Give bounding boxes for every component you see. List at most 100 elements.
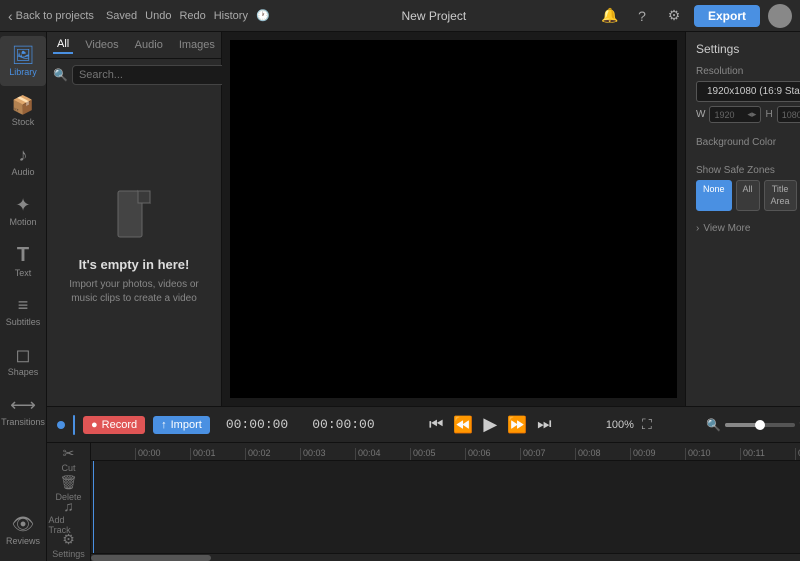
panel-row: All Videos Audio Images 16:9 🔍 Date ▾	[47, 32, 800, 406]
ruler-mark-7: 00:07	[520, 448, 575, 460]
sidebar-item-subtitles[interactable]: ≡ Subtitles	[0, 286, 46, 336]
current-time-display: 00:00:00	[226, 417, 288, 432]
settings-title: Settings	[696, 42, 800, 56]
zone-title-button[interactable]: Title Area	[764, 180, 797, 211]
content-area: All Videos Audio Images 16:9 🔍 Date ▾	[47, 32, 800, 561]
sidebar-item-library[interactable]: 🖼 Library	[0, 36, 46, 86]
cut-label: Cut	[61, 463, 75, 473]
export-button[interactable]: Export	[694, 5, 760, 27]
dims-separator: H	[765, 109, 772, 120]
ruler-mark-1: 00:01	[190, 448, 245, 460]
playhead-indicator	[57, 421, 65, 429]
fast-forward-button[interactable]: ⏩	[507, 415, 527, 435]
search-input[interactable]	[72, 65, 228, 85]
saved-indicator: Saved	[106, 10, 137, 22]
redo-button[interactable]: Redo	[179, 10, 205, 22]
sidebar-item-motion[interactable]: ✦ Motion	[0, 186, 46, 236]
sidebar-item-transitions[interactable]: ⟷ Transitions	[0, 386, 46, 436]
height-value: 1080	[782, 110, 800, 120]
zone-none-button[interactable]: None	[696, 180, 732, 211]
undo-button[interactable]: Undo	[145, 10, 171, 22]
transitions-icon: ⟷	[10, 396, 36, 414]
help-icon[interactable]: ?	[630, 4, 654, 28]
tab-videos[interactable]: Videos	[81, 37, 122, 53]
track-settings-button[interactable]: ⚙ Settings	[49, 532, 89, 558]
playback-bar: Record Import 00:00:00 00:00:00 ⏮ ⏪ ▶ ⏩ …	[47, 407, 800, 443]
sidebar-item-audio[interactable]: ♪ Audio	[0, 136, 46, 186]
zoom-slider-thumb[interactable]	[755, 420, 765, 430]
topbar: Back to projects Saved Undo Redo History…	[0, 0, 800, 32]
ruler-mark-0: 00:00	[135, 448, 190, 460]
sidebar-label-shapes: Shapes	[8, 367, 39, 377]
view-more-button[interactable]: › View More	[696, 223, 800, 234]
notifications-icon[interactable]: 🔔	[598, 4, 622, 28]
tab-all[interactable]: All	[53, 36, 73, 54]
playhead-handle[interactable]	[73, 415, 75, 435]
timeline-track-actions: ✂ Cut 🗑 Delete ♫ Add Track ⚙ Settings	[47, 443, 91, 561]
empty-title: It's empty in here!	[79, 257, 190, 272]
library-icon: 🖼	[12, 46, 35, 64]
zoom-out-icon[interactable]: 🔍	[706, 418, 721, 432]
ruler-mark-9: 00:09	[630, 448, 685, 460]
ruler-mark-12: 00:12	[795, 448, 800, 460]
project-title: New Project	[270, 9, 598, 23]
rewind-button[interactable]: ⏪	[453, 415, 473, 435]
bg-color-label: Background Color	[696, 137, 776, 148]
skip-to-end-button[interactable]: ⏭	[537, 416, 551, 434]
sidebar-label-subtitles: Subtitles	[6, 317, 41, 327]
zone-all-button[interactable]: All	[736, 180, 760, 211]
resolution-label: Resolution	[696, 66, 800, 77]
sidebar-label-transitions: Transitions	[1, 417, 45, 427]
ruler-mark-3: 00:03	[300, 448, 355, 460]
view-more-chevron-icon: ›	[696, 223, 699, 234]
sidebar-label-motion: Motion	[9, 217, 36, 227]
settings-panel: Settings Resolution 1920x1080 (16:9 Stan…	[685, 32, 800, 406]
import-button[interactable]: Import	[153, 416, 210, 434]
play-button[interactable]: ▶	[483, 414, 497, 435]
sidebar-item-text[interactable]: T Text	[0, 236, 46, 286]
add-track-button[interactable]: ♫ Add Track	[49, 503, 89, 529]
top-actions: Saved Undo Redo History 🕐	[106, 9, 270, 22]
sidebar-label-stock: Stock	[12, 117, 35, 127]
track-settings-label: Settings	[52, 549, 85, 559]
width-stepper-icon: ◂▸	[747, 109, 756, 120]
ruler-mark-2: 00:02	[245, 448, 300, 460]
playback-controls: ⏮ ⏪ ▶ ⏩ ⏭	[429, 414, 552, 435]
timeline-scrollbar-thumb[interactable]	[91, 555, 211, 561]
audio-icon: ♪	[19, 146, 28, 164]
ruler-mark-11: 00:11	[740, 448, 795, 460]
sidebar-item-stock[interactable]: 📦 Stock	[0, 86, 46, 136]
stock-icon: 📦	[12, 96, 34, 114]
view-more-label: View More	[703, 223, 750, 234]
sidebar-item-shapes[interactable]: ◻ Shapes	[0, 336, 46, 386]
timeline-needle	[93, 461, 94, 553]
fullscreen-button[interactable]: ⛶	[642, 416, 652, 433]
bg-color-group: Background Color	[696, 135, 800, 153]
width-input[interactable]: 1920 ◂▸	[709, 106, 761, 123]
safe-zones-label: Show Safe Zones	[696, 165, 800, 176]
sidebar-item-reviews[interactable]: 👁 Reviews	[0, 505, 46, 555]
tracks-area[interactable]	[91, 461, 800, 553]
resolution-select[interactable]: 1920x1080 (16:9 Standard)	[696, 81, 800, 102]
empty-description: Import your photos, videos or music clip…	[63, 278, 205, 306]
tab-audio[interactable]: Audio	[131, 37, 167, 53]
timeline-area: Record Import 00:00:00 00:00:00 ⏮ ⏪ ▶ ⏩ …	[47, 406, 800, 561]
add-track-icon: ♫	[63, 498, 74, 514]
motion-icon: ✦	[15, 196, 30, 214]
resolution-group: Resolution 1920x1080 (16:9 Standard) W 1…	[696, 66, 800, 123]
timeline-scrollbar[interactable]	[91, 553, 800, 561]
history-button[interactable]: History	[214, 10, 248, 22]
settings-icon[interactable]: ⚙	[662, 4, 686, 28]
ruler-mark-10: 00:10	[685, 448, 740, 460]
sidebar-label-audio: Audio	[11, 167, 34, 177]
tab-images[interactable]: Images	[175, 37, 219, 53]
skip-to-start-button[interactable]: ⏮	[429, 416, 443, 434]
avatar[interactable]	[768, 4, 792, 28]
cut-button[interactable]: ✂ Cut	[49, 446, 89, 472]
back-to-projects-button[interactable]: Back to projects	[8, 8, 94, 24]
library-search-area: 🔍 Date ▾	[47, 59, 221, 89]
zoom-slider[interactable]	[725, 423, 795, 427]
height-input[interactable]: 1080 ◂▸	[777, 106, 800, 123]
ruler-mark-8: 00:08	[575, 448, 630, 460]
record-button[interactable]: Record	[83, 416, 145, 434]
